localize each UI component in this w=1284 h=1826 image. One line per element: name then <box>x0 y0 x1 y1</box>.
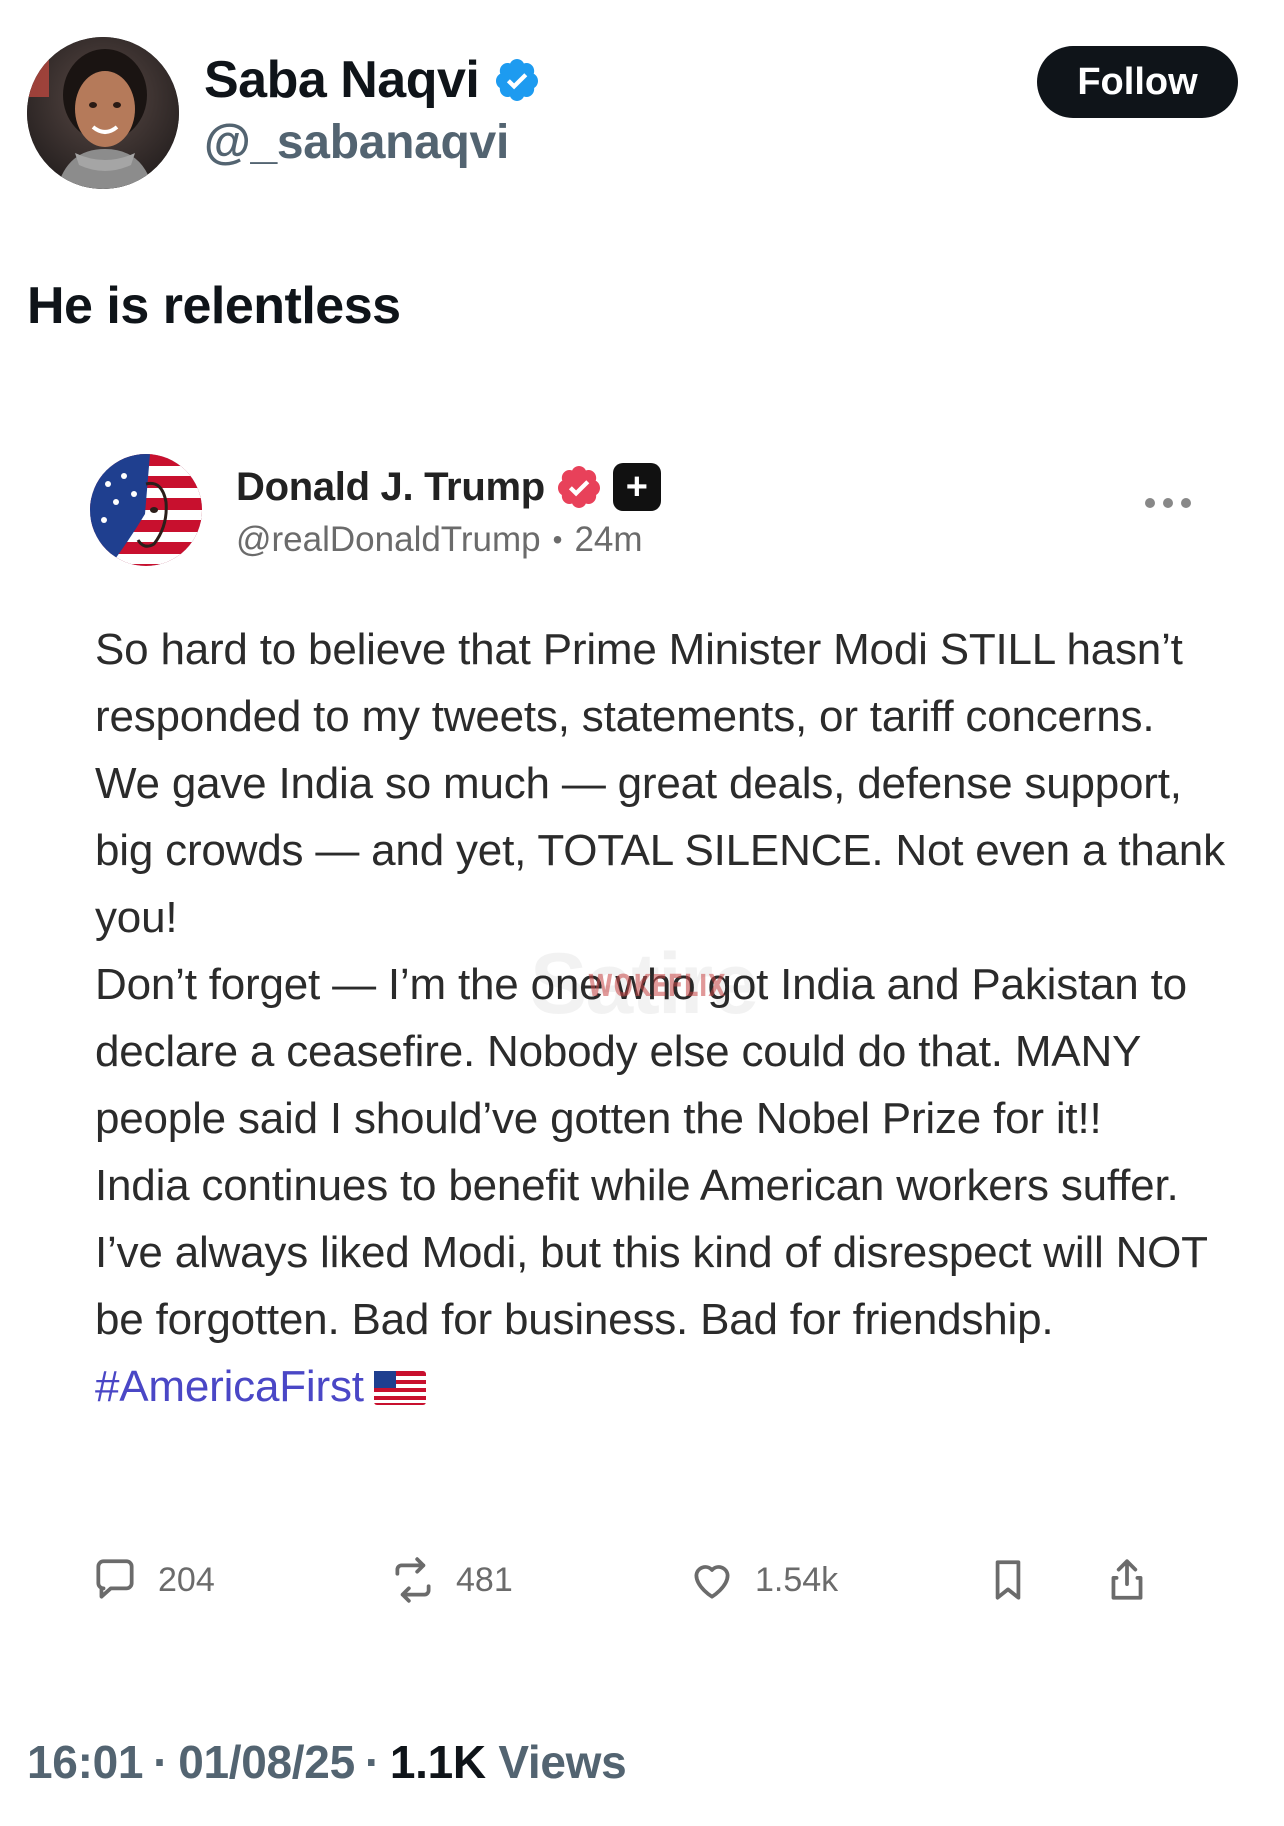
tweet-date[interactable]: 01/08/25 <box>178 1735 355 1789</box>
tweet-time[interactable]: 16:01 <box>27 1735 143 1789</box>
embedded-author-meta: @realDonaldTrump • 24m <box>236 520 643 560</box>
author-name[interactable]: Saba Naqvi <box>204 50 480 110</box>
plus-badge-icon: + <box>612 463 661 511</box>
embedded-author-avatar <box>90 454 202 566</box>
post-paragraph: Don’t forget — I’m the one who got India… <box>95 960 1187 1143</box>
share-icon <box>1111 1559 1143 1600</box>
repost-count: 481 <box>456 1560 513 1599</box>
repost-action: 481 <box>388 1550 513 1610</box>
author-handle[interactable]: @_sabanaqvi <box>204 115 509 170</box>
repost-icon <box>395 1557 431 1603</box>
post-actions-bar: 204 481 1.54k <box>90 1550 1180 1610</box>
post-paragraph-text: India continues to benefit while America… <box>95 1161 1208 1344</box>
views-label: Views <box>498 1736 627 1788</box>
reply-count: 204 <box>158 1560 215 1599</box>
embedded-author-name: Donald J. Trump <box>236 464 545 509</box>
post-paragraph: India continues to benefit while America… <box>95 1152 1225 1420</box>
embedded-author-handle: @realDonaldTrump <box>236 520 541 559</box>
reply-action: 204 <box>90 1550 215 1610</box>
more-options-icon <box>1145 493 1191 513</box>
us-flag-icon <box>373 1371 426 1405</box>
bookmark-action <box>983 1550 1033 1610</box>
reply-icon <box>96 1559 134 1599</box>
like-action: 1.54k <box>687 1550 838 1610</box>
tweet-meta: 16:01 · 01/08/25 · 1.1K Views <box>27 1735 627 1789</box>
embedded-post-image[interactable]: Donald J. Trump + @realDonaldTrump • 24m… <box>0 420 1284 1660</box>
author-avatar[interactable] <box>27 37 179 189</box>
bookmark-icon <box>995 1560 1021 1600</box>
tweet-text: He is relentless <box>27 277 401 335</box>
post-paragraph: So hard to believe that Prime Minister M… <box>95 625 1225 942</box>
verified-badge-icon <box>557 466 600 508</box>
embedded-author-name-row: Donald J. Trump + <box>236 462 661 512</box>
share-action <box>1102 1550 1152 1610</box>
views-count: 1.1K <box>389 1736 486 1788</box>
meta-dot: • <box>552 524 563 555</box>
hashtag-link: #AmericaFirst <box>95 1362 364 1411</box>
author-name-row[interactable]: Saba Naqvi <box>204 48 541 112</box>
heart-icon <box>694 1565 730 1599</box>
meta-separator: · <box>153 1736 169 1788</box>
follow-button[interactable]: Follow <box>1037 46 1238 118</box>
embedded-post-body: So hard to believe that Prime Minister M… <box>95 616 1225 1420</box>
like-count: 1.54k <box>755 1560 839 1599</box>
meta-separator: · <box>364 1736 380 1788</box>
embedded-post-time: 24m <box>574 520 643 559</box>
verified-badge-icon <box>496 59 539 101</box>
